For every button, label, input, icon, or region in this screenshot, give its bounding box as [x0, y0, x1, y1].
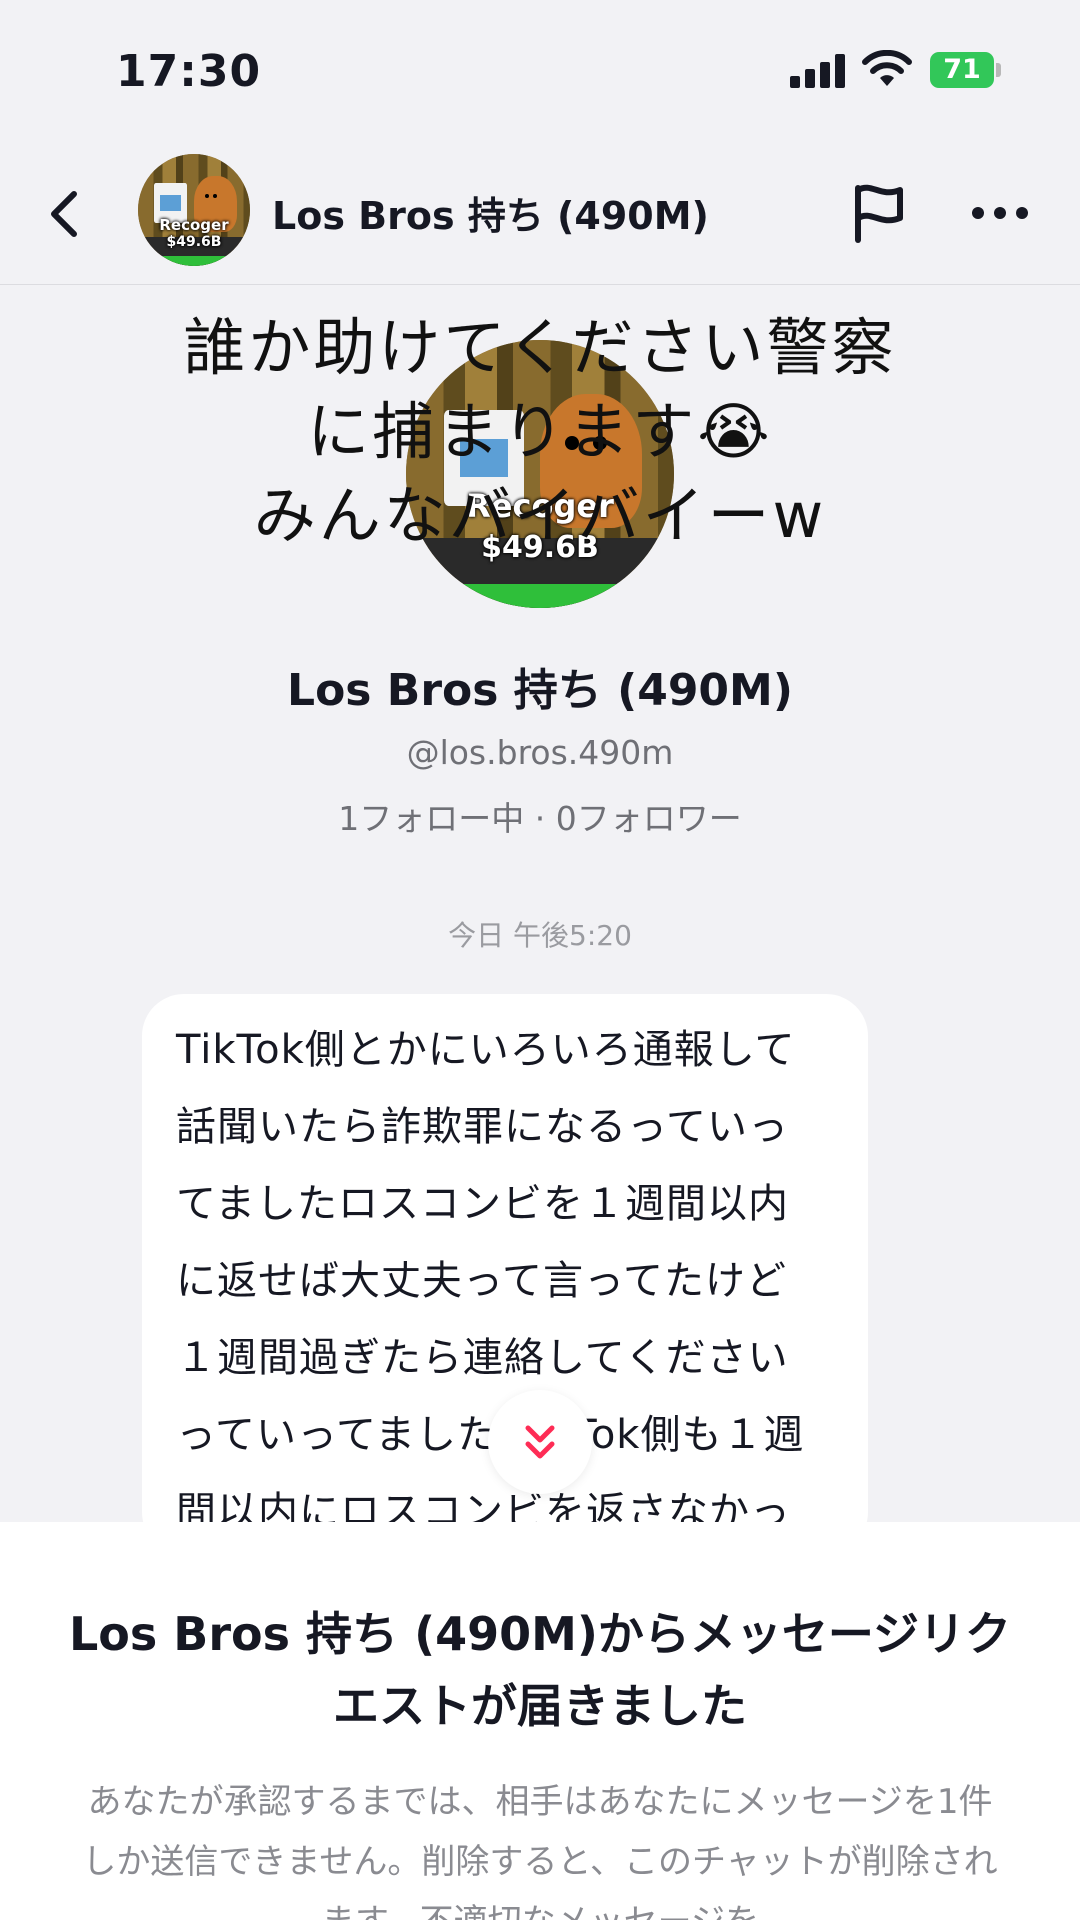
message-request-sheet: Los Bros 持ち (490M)からメッセージリクエストが届きました あなた… [0, 1522, 1080, 1920]
scroll-down-button[interactable] [488, 1390, 592, 1494]
status-bar: 17:30 71 [0, 0, 1080, 140]
caption-line: に捕まります😭 [307, 395, 773, 468]
caption-line: みんなバイバイーw [253, 479, 827, 552]
chat-header: Recoger $49.6B Los Bros 持ち (490M) [0, 140, 1080, 285]
chat-title[interactable]: Los Bros 持ち (490M) [272, 185, 709, 240]
follow-stats: 1フォロー中 · 0フォロワー [338, 799, 742, 838]
caption-line: 誰か助けてください警察 [183, 311, 897, 384]
request-title: Los Bros 持ち (490M)からメッセージリクエストが届きました [69, 1607, 1011, 1733]
wifi-icon [862, 50, 912, 86]
avatar-label-top: Recoger [159, 215, 229, 234]
battery-icon: 71 [930, 52, 1001, 88]
more-horizontal-icon[interactable] [970, 198, 1030, 228]
chevron-left-icon[interactable] [40, 184, 90, 244]
double-chevron-down-icon [525, 1425, 555, 1459]
cellular-signal-icon [790, 54, 846, 88]
profile-handle: @los.bros.490m [406, 733, 674, 772]
profile-name[interactable]: Los Bros 持ち (490M) [0, 654, 1080, 718]
avatar-label-bottom: $49.6B [166, 233, 222, 250]
message-timestamp: 今日 午後5:20 [448, 919, 632, 952]
avatar[interactable]: Recoger $49.6B [138, 154, 250, 266]
flag-icon[interactable] [850, 182, 908, 244]
request-description: あなたが承認するまでは、相手はあなたにメッセージを1件しか送信できません。削除す… [82, 1782, 998, 1920]
video-caption-overlay: 誰か助けてください警察 に捕まります😭 みんなバイバイーw [90, 306, 990, 558]
clock-time: 17:30 [116, 46, 262, 97]
battery-level: 71 [943, 54, 981, 85]
